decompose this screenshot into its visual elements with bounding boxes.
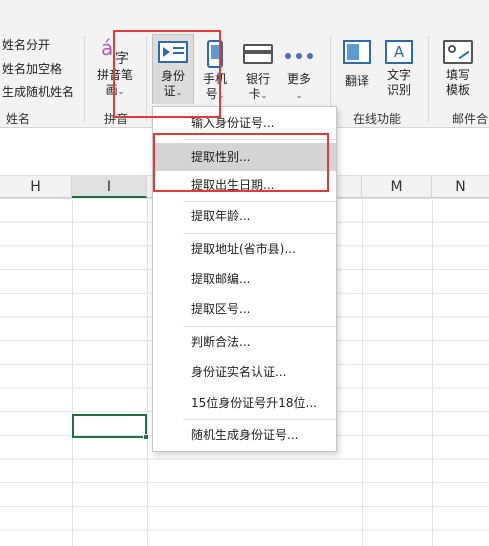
translate-button[interactable]: 翻译 bbox=[340, 36, 374, 89]
fill-template-icon bbox=[443, 40, 473, 64]
pinyin-stroke-button[interactable]: á 字 拼音笔 画⌄ bbox=[94, 36, 136, 99]
id-card-icon bbox=[158, 41, 188, 63]
template-label-2: 模板 bbox=[445, 83, 470, 97]
pinyin-icon: á 字 bbox=[101, 36, 129, 67]
menu-item-validate[interactable]: 判断合法... bbox=[153, 328, 336, 356]
id-card-button[interactable]: 身份 证⌄ bbox=[152, 34, 194, 104]
more-dots-icon bbox=[284, 50, 314, 62]
phone-label-1: 手机 bbox=[202, 72, 227, 86]
selected-cell[interactable] bbox=[72, 414, 149, 440]
column-header-m[interactable]: M bbox=[362, 176, 432, 198]
gridline bbox=[147, 198, 148, 546]
menu-separator bbox=[183, 139, 336, 140]
random-name-button[interactable]: 生成随机姓名 bbox=[2, 83, 74, 100]
gridline bbox=[72, 198, 73, 546]
menu-item-upgrade-15-to-18[interactable]: 15位身份证号升18位... bbox=[153, 389, 336, 417]
menu-item-extract-address[interactable]: 提取地址(省市县)... bbox=[153, 235, 336, 263]
id-card-label-1: 身份 bbox=[160, 69, 185, 83]
ocr-label-2: 识别 bbox=[386, 83, 411, 97]
menu-item-realname-auth[interactable]: 身份证实名认证... bbox=[153, 358, 336, 386]
text-recognition-icon: A bbox=[385, 40, 413, 64]
id-card-label-2: 证 bbox=[163, 84, 176, 98]
fill-template-button[interactable]: 填写 模板 bbox=[440, 36, 476, 98]
bank-label-1: 银行 bbox=[245, 72, 270, 86]
menu-item-input-id[interactable]: 输入身份证号... bbox=[153, 109, 336, 137]
more-label: 更多 bbox=[286, 72, 311, 86]
group-divider bbox=[146, 36, 147, 122]
chevron-down-icon: ⌄ bbox=[217, 91, 225, 100]
chevron-down-icon: ⌄ bbox=[295, 91, 303, 100]
menu-item-extract-areacode[interactable]: 提取区号... bbox=[153, 295, 336, 323]
menu-item-random-id[interactable]: 随机生成身份证号... bbox=[153, 421, 336, 449]
phone-label-2: 号 bbox=[205, 87, 218, 101]
pinyin-group-label: 拼音 bbox=[104, 112, 129, 126]
fill-handle[interactable] bbox=[143, 434, 149, 440]
gridline bbox=[432, 198, 433, 546]
menu-separator bbox=[183, 419, 336, 420]
chevron-down-icon: ⌄ bbox=[175, 88, 183, 97]
name-group-label: 姓名 bbox=[6, 112, 31, 126]
split-name-button[interactable]: 姓名分开 bbox=[2, 36, 50, 53]
mail-group-label: 邮件合 bbox=[452, 112, 489, 126]
online-group-label: 在线功能 bbox=[353, 112, 402, 126]
menu-item-extract-age[interactable]: 提取年龄... bbox=[153, 202, 336, 230]
menu-item-extract-gender[interactable]: 提取性别... bbox=[153, 143, 336, 171]
column-header-i[interactable]: I bbox=[72, 176, 147, 198]
bank-label-2: 卡 bbox=[248, 87, 261, 101]
bank-card-icon bbox=[243, 44, 273, 64]
chevron-down-icon: ⌄ bbox=[260, 91, 268, 100]
pinyin-button-label-2: 画 bbox=[105, 83, 118, 97]
menu-separator bbox=[183, 326, 336, 327]
template-label-1: 填写 bbox=[445, 68, 470, 82]
text-recognition-button[interactable]: A 文字 识别 bbox=[380, 36, 418, 98]
menu-item-extract-postcode[interactable]: 提取邮编... bbox=[153, 265, 336, 293]
bank-card-button[interactable]: 银行 卡⌄ bbox=[238, 36, 278, 103]
mobile-phone-icon bbox=[207, 40, 223, 68]
pinyin-button-label-1: 拼音笔 bbox=[96, 68, 133, 82]
gridline bbox=[362, 198, 363, 546]
name-add-space-button[interactable]: 姓名加空格 bbox=[2, 60, 62, 77]
more-button[interactable]: 更多 ⌄ bbox=[282, 36, 316, 103]
ocr-label-1: 文字 bbox=[386, 68, 411, 82]
column-header-h[interactable]: H bbox=[0, 176, 72, 198]
translate-label: 翻译 bbox=[344, 74, 369, 88]
menu-separator bbox=[183, 233, 336, 234]
chevron-down-icon: ⌄ bbox=[117, 87, 125, 96]
group-divider bbox=[84, 36, 85, 122]
translate-icon bbox=[343, 40, 371, 64]
column-header-n[interactable]: N bbox=[432, 176, 489, 198]
id-card-dropdown-menu: 输入身份证号... 提取性别... 提取出生日期... 提取年龄... 提取地址… bbox=[152, 106, 337, 452]
phone-number-button[interactable]: 手机 号⌄ bbox=[198, 36, 232, 103]
menu-item-extract-birthdate[interactable]: 提取出生日期... bbox=[153, 171, 336, 199]
group-divider bbox=[428, 36, 429, 122]
